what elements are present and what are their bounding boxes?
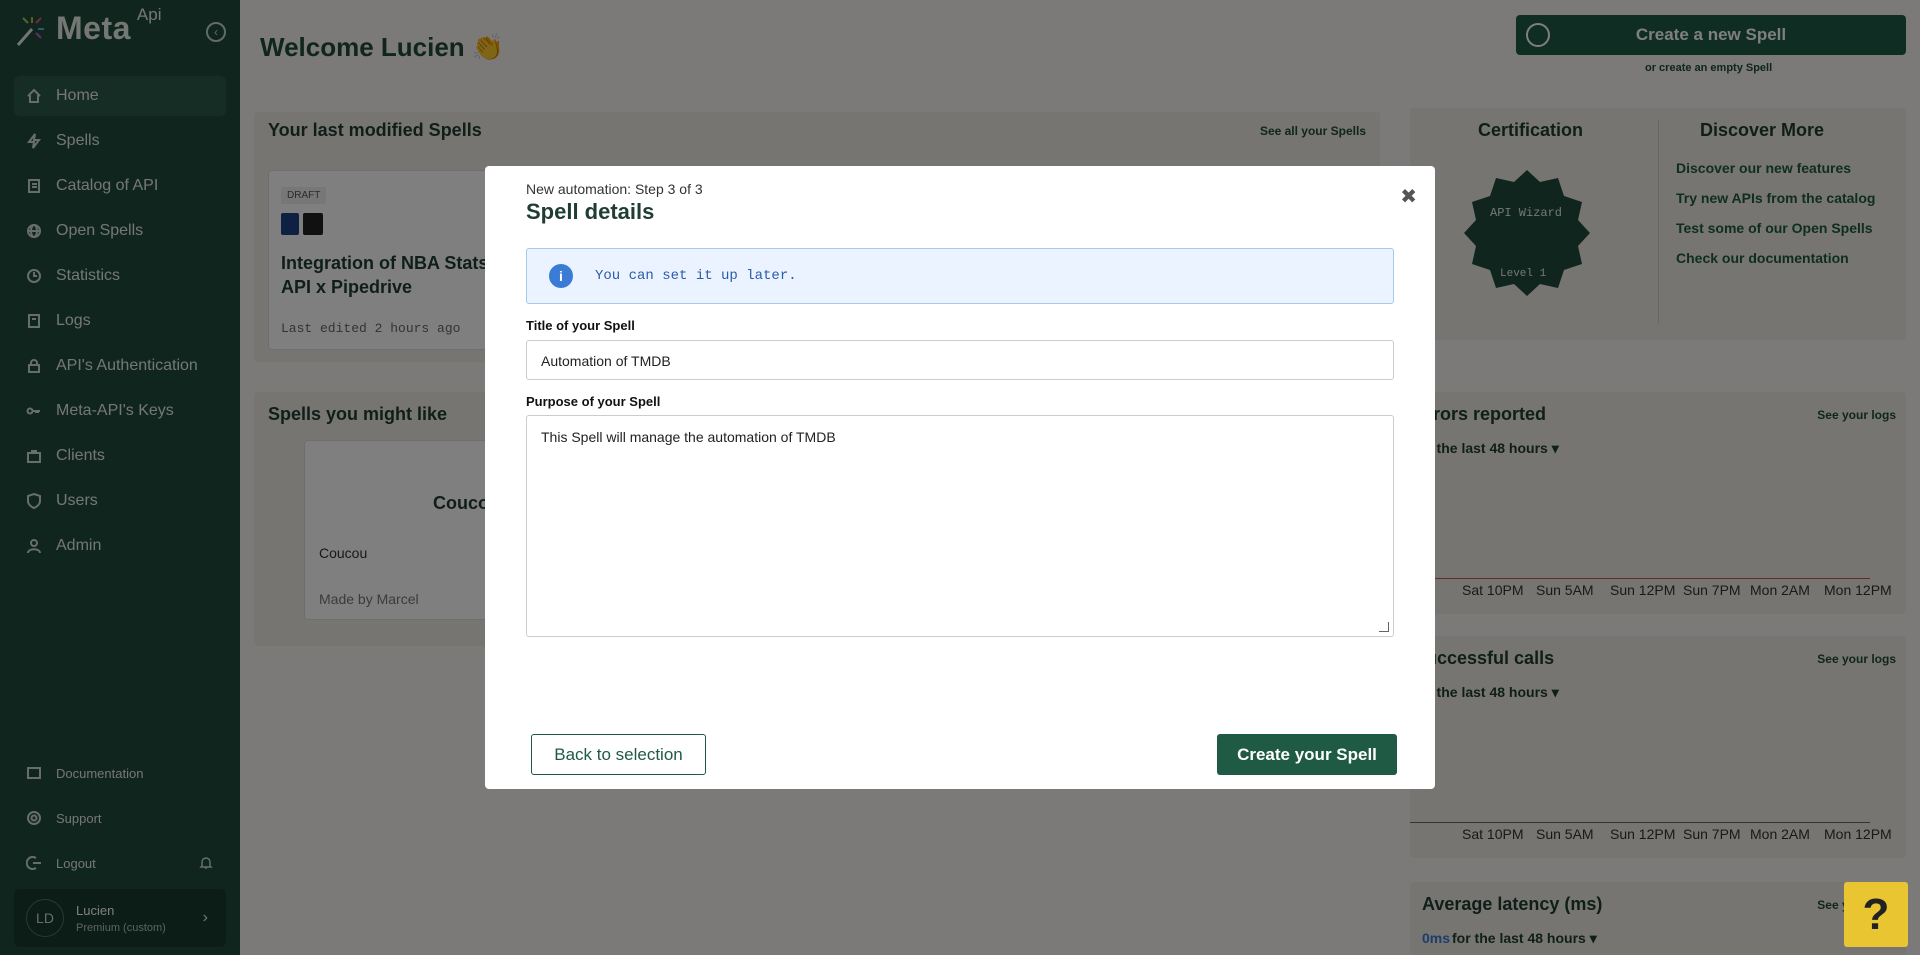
info-icon: i xyxy=(549,264,573,288)
resize-handle[interactable] xyxy=(1379,622,1389,632)
info-banner: i You can set it up later. xyxy=(526,248,1394,304)
create-your-spell-button[interactable]: Create your Spell xyxy=(1217,734,1397,775)
spell-details-modal: New automation: Step 3 of 3 Spell detail… xyxy=(485,166,1435,789)
modal-title: Spell details xyxy=(526,199,655,224)
close-icon[interactable]: ✖ xyxy=(1400,184,1417,209)
purpose-field-label: Purpose of your Spell xyxy=(526,394,661,409)
spell-title-input[interactable]: Automation of TMDB xyxy=(526,340,1394,380)
back-to-selection-button[interactable]: Back to selection xyxy=(531,734,706,775)
spell-purpose-text: This Spell will manage the automation of… xyxy=(541,429,836,445)
title-field-label: Title of your Spell xyxy=(526,318,635,333)
info-text: You can set it up later. xyxy=(595,268,797,284)
spell-purpose-textarea[interactable]: This Spell will manage the automation of… xyxy=(526,415,1394,637)
help-button[interactable]: ? xyxy=(1844,882,1908,947)
modal-step-indicator: New automation: Step 3 of 3 xyxy=(526,181,703,197)
